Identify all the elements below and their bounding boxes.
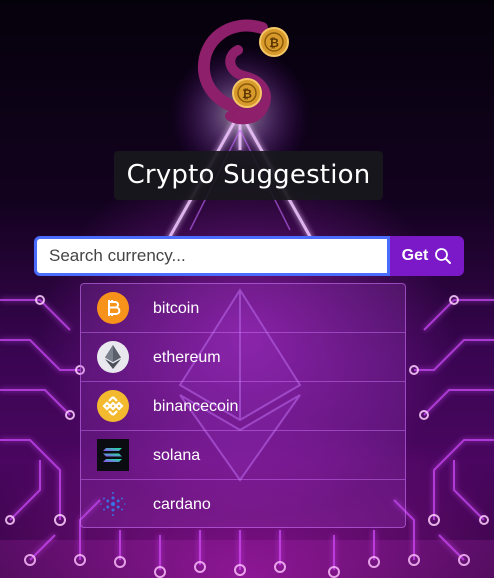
logo-mark: ₿ ₿ <box>197 19 289 125</box>
solana-icon <box>97 439 129 471</box>
svg-text:₿: ₿ <box>269 36 279 50</box>
list-item-bitcoin[interactable]: bitcoin <box>81 284 405 333</box>
cardano-icon <box>100 492 126 516</box>
get-button[interactable]: Get <box>390 236 464 276</box>
bitcoin-icon <box>97 292 129 324</box>
svg-text:₿: ₿ <box>242 87 252 101</box>
bitcoin-coin-icon: ₿ <box>259 27 289 57</box>
list-item-ethereum[interactable]: ethereum <box>81 333 405 382</box>
list-item-label: ethereum <box>153 349 221 366</box>
search-icon <box>435 248 452 264</box>
list-item-label: bitcoin <box>153 300 200 317</box>
search-bar: Get <box>34 236 464 276</box>
list-item-solana[interactable]: solana <box>81 431 405 480</box>
list-item-label: solana <box>153 447 201 464</box>
binancecoin-icon <box>97 390 129 422</box>
get-button-label: Get <box>401 247 429 264</box>
bitcoin-coin-icon: ₿ <box>232 78 262 108</box>
suggestion-list: bitcoin ethereum binancecoin solana card… <box>80 283 406 528</box>
list-item-binancecoin[interactable]: binancecoin <box>81 382 405 431</box>
list-item-cardano[interactable]: cardano <box>81 480 405 529</box>
page-title: Crypto Suggestion <box>114 151 383 200</box>
app-logo: ₿ ₿ <box>190 10 300 130</box>
search-input[interactable] <box>34 236 390 276</box>
ethereum-icon <box>97 341 129 373</box>
list-item-label: binancecoin <box>153 398 239 415</box>
list-item-label: cardano <box>153 496 211 513</box>
